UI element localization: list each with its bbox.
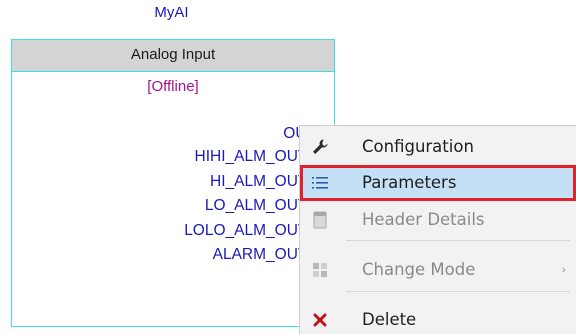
output-port-out[interactable]: OUT (184, 122, 316, 145)
analog-input-block[interactable]: Analog Input [Offline] OUT HIHI_ALM_OUT_… (11, 39, 335, 327)
menu-item-change-mode[interactable]: Change Mode › (300, 252, 576, 288)
block-name: MyAI (154, 4, 189, 21)
chevron-right-icon: › (561, 263, 566, 276)
menu-item-label: Configuration (362, 137, 474, 156)
menu-item-header-details[interactable]: Header Details (300, 202, 576, 238)
grid-icon (310, 260, 330, 280)
wrench-icon (310, 137, 330, 157)
output-port-alarm-out[interactable]: ALARM_OUT_ (184, 243, 316, 268)
output-port-hihi-alm-out[interactable]: HIHI_ALM_OUT_ (184, 145, 316, 170)
list-icon (310, 173, 330, 193)
menu-item-label: Header Details (362, 210, 485, 229)
menu-item-delete[interactable]: Delete (300, 302, 576, 334)
menu-item-label: Parameters (362, 173, 457, 192)
menu-item-label: Change Mode (362, 260, 476, 279)
delete-x-icon (310, 310, 330, 330)
header-icon (310, 210, 330, 230)
block-header: Analog Input (12, 40, 334, 72)
menu-item-parameters[interactable]: Parameters (300, 165, 576, 201)
menu-item-label: Delete (362, 310, 417, 329)
menu-separator (346, 291, 570, 292)
output-port-lolo-alm-out[interactable]: LOLO_ALM_OUT_ (184, 219, 316, 244)
context-menu: Configuration Parameters Header Details … (299, 125, 576, 334)
block-status: [Offline] (147, 78, 199, 95)
output-port-hi-alm-out[interactable]: HI_ALM_OUT_ (184, 170, 316, 195)
menu-separator (346, 240, 570, 241)
output-port-lo-alm-out[interactable]: LO_ALM_OUT_ (184, 194, 316, 219)
function-block-canvas: MyAI Analog Input [Offline] OUT HIHI_ALM… (0, 0, 576, 334)
menu-item-configuration[interactable]: Configuration (300, 129, 576, 165)
block-outputs: OUT HIHI_ALM_OUT_ HI_ALM_OUT_ LO_ALM_OUT… (184, 122, 316, 268)
